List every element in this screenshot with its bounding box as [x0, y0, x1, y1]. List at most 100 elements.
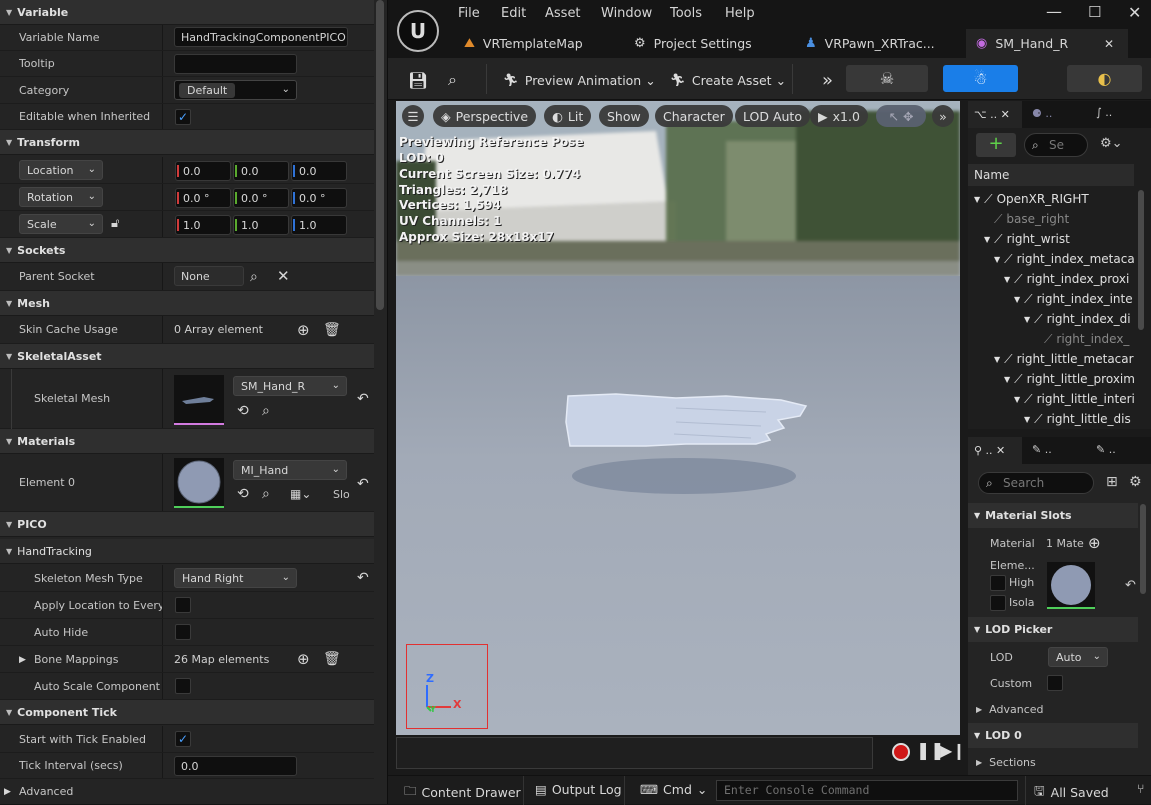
unreal-logo-icon[interactable]: U — [397, 10, 439, 52]
add-element-icon[interactable]: ⊕ — [297, 322, 310, 338]
material-thumbnail[interactable] — [174, 458, 224, 508]
material-dropdown[interactable]: MI_Hand ⌄ — [233, 460, 347, 480]
tooltip-input[interactable] — [174, 54, 297, 74]
transform-tools[interactable]: ↖ ✥ — [876, 105, 926, 127]
row-advanced[interactable]: ▶ Advanced — [0, 779, 374, 804]
menu-asset[interactable]: Asset — [545, 6, 581, 21]
use-selected-icon[interactable]: ⟲ — [237, 486, 249, 502]
section-skeletal-asset[interactable]: ▼ SkeletalAsset — [0, 344, 374, 369]
tab-details[interactable]: ⚲ .. ✕ — [968, 437, 1022, 464]
reset-arrow-icon[interactable]: ↶ — [1125, 578, 1136, 593]
playback-speed-button[interactable]: ▶ x1.0 — [810, 105, 868, 127]
custom-checkbox[interactable] — [1047, 675, 1063, 691]
curve-icon[interactable]: ∫ .. — [1096, 106, 1112, 119]
tree-item[interactable]: ▼ ⟋ right_little_metacar — [968, 349, 1134, 369]
add-element-icon[interactable]: ⊕ — [1088, 534, 1101, 552]
skeleton-mode-button[interactable]: ☠︎ — [846, 65, 928, 92]
browse-icon[interactable]: ⌕ — [262, 486, 270, 502]
tab-project-settings[interactable]: ⚙ Project Settings — [634, 29, 752, 58]
section-materials[interactable]: ▼ Materials — [0, 429, 374, 454]
asset-details-scrollbar[interactable] — [1140, 504, 1146, 594]
tick-interval-input[interactable]: 0.0 — [174, 756, 297, 776]
expand-arrow-icon[interactable]: ▶ — [19, 652, 26, 668]
minimize-icon[interactable]: — — [1046, 2, 1062, 21]
editable-checkbox[interactable]: ✓ — [175, 109, 191, 125]
tree-item[interactable]: ⟋ base_right — [968, 209, 1134, 229]
scale-x-input[interactable]: 1.0 — [175, 215, 231, 235]
close-window-icon[interactable]: ✕ — [1128, 3, 1141, 22]
auto-hide-checkbox[interactable] — [175, 624, 191, 640]
lod-button[interactable]: LOD Auto — [735, 105, 810, 127]
section-handtracking[interactable]: ▼ HandTracking — [0, 539, 374, 564]
apply-location-checkbox[interactable] — [175, 597, 191, 613]
reset-arrow-icon[interactable]: ↶ — [357, 476, 369, 492]
clear-icon[interactable]: ✕ — [277, 268, 290, 284]
source-control-icon[interactable]: ⑂ — [1137, 781, 1145, 796]
bone-icon[interactable]: ⚈ .. — [1032, 107, 1052, 120]
tree-item[interactable]: ▼ ⟋ right_little_interi — [968, 389, 1134, 409]
step-forward-icon[interactable]: ▶❙ — [940, 741, 966, 760]
section-component-tick[interactable]: ▼ Component Tick — [0, 700, 374, 725]
rotation-dropdown[interactable]: Rotation ⌄ — [19, 187, 103, 207]
section-lod0[interactable]: ▼ LOD 0 — [968, 723, 1138, 748]
scale-dropdown[interactable]: Scale ⌄ — [19, 214, 103, 234]
auto-scale-checkbox[interactable] — [175, 678, 191, 694]
location-z-input[interactable]: 0.0 — [291, 161, 347, 181]
hand-mesh[interactable] — [556, 386, 826, 496]
rotation-y-input[interactable]: 0.0 ° — [233, 188, 289, 208]
skeletal-mesh-dropdown[interactable]: SM_Hand_R ⌄ — [233, 376, 347, 396]
preview-animation-button[interactable]: 🏃︎ Preview Animation ⌄ — [503, 67, 656, 93]
section-lod-picker[interactable]: ▼ LOD Picker — [968, 617, 1138, 642]
expand-toolbar-icon[interactable]: » — [932, 105, 954, 127]
section-transform[interactable]: ▼ Transform — [0, 130, 374, 155]
gear-icon[interactable]: ⚙⌄ — [1100, 136, 1123, 151]
use-selected-icon[interactable]: ⟲ — [237, 403, 249, 419]
output-log-button[interactable]: ▤ Output Log — [535, 782, 622, 797]
menu-window[interactable]: Window — [601, 6, 652, 21]
details-scrollbar[interactable] — [376, 0, 384, 310]
menu-tools[interactable]: Tools — [670, 6, 702, 21]
tree-item[interactable]: ▼ ⟋ right_index_metaca — [968, 249, 1134, 269]
tree-item[interactable]: ▼ ⟋ right_index_proxi — [968, 269, 1134, 289]
save-icon[interactable]: 💾︎ — [408, 67, 428, 93]
location-y-input[interactable]: 0.0 — [233, 161, 289, 181]
menu-edit[interactable]: Edit — [501, 6, 526, 21]
section-mesh[interactable]: ▼ Mesh — [0, 291, 374, 316]
tab-skeleton-tree[interactable]: ⌥ .. ✕ — [968, 101, 1022, 128]
trash-icon[interactable]: 🗑︎ — [323, 322, 341, 338]
skeleton-mesh-type-dropdown[interactable]: Hand Right ⌄ — [174, 568, 297, 588]
gear-icon[interactable]: ⚙ — [1129, 474, 1142, 490]
isola-checkbox[interactable] — [990, 595, 1006, 611]
rotation-x-input[interactable]: 0.0 ° — [175, 188, 231, 208]
maximize-icon[interactable]: ☐ — [1088, 3, 1101, 21]
category-dropdown[interactable]: Default ⌄ — [174, 80, 297, 100]
browse-asset-icon[interactable]: ⌕ — [448, 67, 457, 93]
tree-item[interactable]: ▼ ⟋ OpenXR_RIGHT — [968, 189, 1134, 209]
grid-icon[interactable]: ⊞ — [1106, 474, 1118, 490]
skeletal-mesh-thumbnail[interactable] — [174, 375, 224, 425]
scale-y-input[interactable]: 1.0 — [233, 215, 289, 235]
record-icon[interactable] — [892, 743, 910, 761]
section-pico[interactable]: ▼ PICO — [0, 512, 374, 537]
tab-vrtemplatemap[interactable]: ⛰ VRTemplateMap — [464, 29, 583, 58]
preview-viewport[interactable]: ☰ ◈ Perspective ◐ Lit Show Character LOD A… — [396, 101, 960, 735]
mesh-mode-button[interactable]: ☃︎ — [943, 65, 1018, 92]
parent-socket-value[interactable]: None — [174, 266, 244, 286]
tree-search-input[interactable]: ⌕ Se — [1024, 133, 1088, 157]
timeline-bar[interactable] — [396, 737, 873, 769]
section-material-slots[interactable]: ▼ Material Slots — [968, 503, 1138, 528]
variable-name-input[interactable]: HandTrackingComponentPICO — [174, 27, 348, 47]
checker-icon[interactable]: ▦⌄ — [290, 486, 311, 502]
add-socket-button[interactable]: + — [976, 133, 1016, 157]
location-x-input[interactable]: 0.0 — [175, 161, 231, 181]
tab-sm-hand-r[interactable]: ◉ SM_Hand_R ✕ — [966, 29, 1128, 58]
save-status[interactable]: 🖫︎ All Saved — [1034, 782, 1109, 803]
section-variable[interactable]: ▼ Variable — [0, 0, 374, 25]
console-input[interactable]: Enter Console Command — [716, 780, 1018, 801]
location-dropdown[interactable]: Location ⌄ — [19, 160, 103, 180]
show-button[interactable]: Show — [599, 105, 649, 127]
menu-help[interactable]: Help — [725, 6, 755, 21]
content-drawer-button[interactable]: 🗀︎ Content Drawer — [404, 782, 521, 803]
lod-dropdown[interactable]: Auto ⌄ — [1048, 647, 1108, 667]
section-sockets[interactable]: ▼ Sockets — [0, 238, 374, 263]
